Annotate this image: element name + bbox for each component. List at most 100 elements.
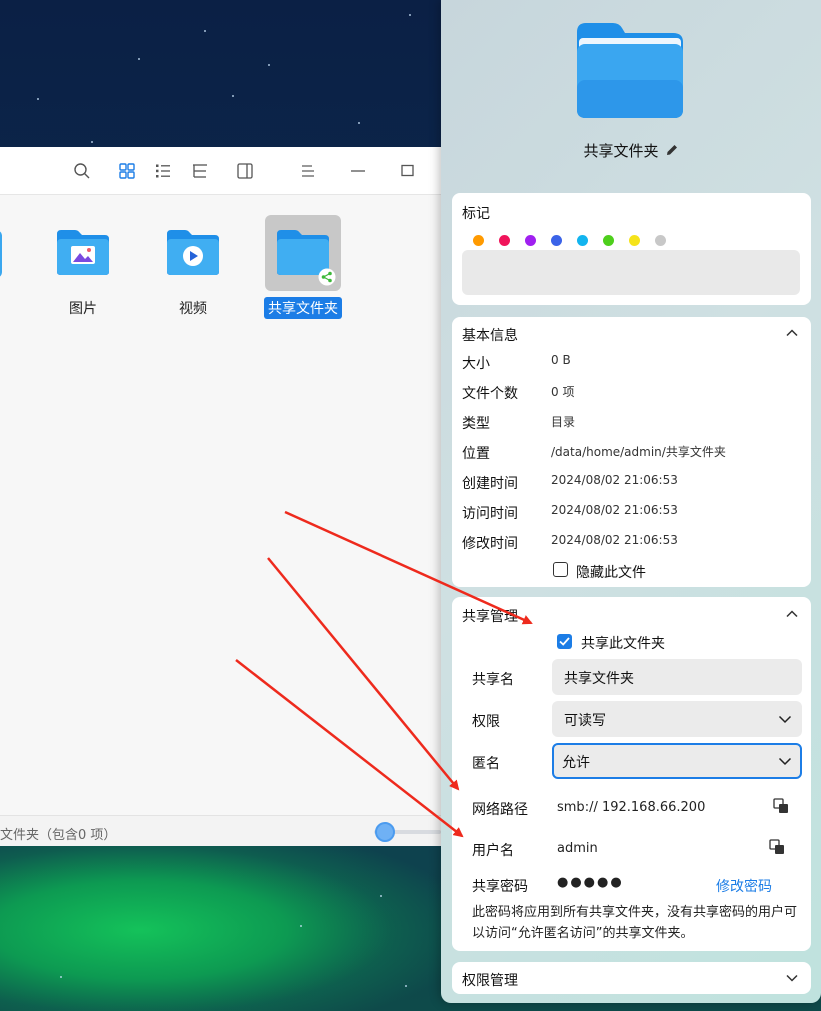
info-row-accessed: 访问时间 2024/08/02 21:06:53 [462,503,802,525]
copy-icon[interactable] [772,797,790,815]
info-row-count: 文件个数 0 项 [462,383,802,405]
file-item-label: 视频 [179,301,207,317]
file-item-shared-folder[interactable]: 共享文件夹 [258,215,348,319]
chevron-up-icon[interactable] [785,607,799,621]
share-management-card: 共享管理 共享此文件夹 共享名 共享文件夹 权限 可读写 匿名 允许 网络路径 … [452,597,811,951]
tag-color-orange[interactable] [473,235,484,246]
file-grid: 图片 视频 共享文件夹 [0,195,441,815]
permission-label: 权限 [472,714,500,730]
anonymous-select[interactable]: 允许 [552,743,802,779]
folder-icon [577,23,683,118]
tag-color-blue[interactable] [551,235,562,246]
info-value: 0 B [551,353,571,367]
username-value: admin [557,841,598,856]
info-value: /data/home/admin/共享文件夹 [551,445,726,459]
star [268,64,270,66]
tag-color-green[interactable] [603,235,614,246]
share-folder-checkbox[interactable] [557,634,572,649]
info-value: 2024/08/02 21:06:53 [551,533,678,547]
search-icon[interactable] [72,161,92,181]
info-value: 目录 [551,415,576,429]
chevron-down-icon[interactable] [785,971,799,985]
info-key: 创建时间 [462,476,518,492]
tree-view-icon[interactable] [190,161,210,181]
file-item-label: 共享文件夹 [264,297,342,319]
star [358,122,360,124]
info-key: 修改时间 [462,536,518,552]
info-row-created: 创建时间 2024/08/02 21:06:53 [462,473,802,495]
info-key: 类型 [462,416,490,432]
username-label: 用户名 [472,843,514,859]
tag-color-red[interactable] [499,235,510,246]
network-path-label: 网络路径 [472,802,528,818]
menu-icon[interactable] [298,161,318,181]
info-value: 2024/08/02 21:06:53 [551,473,678,487]
info-row-type: 类型 目录 [462,413,802,435]
tag-input[interactable] [462,250,800,295]
basic-info-card: 基本信息 大小 0 B 文件个数 0 项 类型 目录 位置 /data/home… [452,317,811,587]
list-view-icon[interactable] [153,161,173,181]
share-name-field[interactable]: 共享文件夹 [552,659,802,695]
shared-folder-icon [265,215,341,291]
star [60,976,62,978]
file-item-videos[interactable]: 视频 [148,215,238,319]
partial-folder-icon[interactable] [0,230,2,278]
permissions-card[interactable]: 权限管理 [452,962,811,994]
hide-file-checkbox[interactable] [553,562,568,577]
tag-color-purple[interactable] [525,235,536,246]
zoom-slider-handle[interactable] [375,822,395,842]
share-password-note: 此密码将应用到所有共享文件夹，没有共享密码的用户可以访问“允许匿名访问”的共享文… [472,905,798,941]
chevron-up-icon[interactable] [785,326,799,340]
pencil-icon[interactable] [665,143,679,157]
file-name: 共享文件夹 [583,142,659,160]
tags-title: 标记 [462,206,490,222]
star [37,98,39,100]
anonymous-label: 匿名 [472,756,500,772]
info-value: 2024/08/02 21:06:53 [551,503,678,517]
maximize-icon[interactable] [398,161,418,181]
tags-card: 标记 [452,193,811,305]
tag-color-yellow[interactable] [629,235,640,246]
share-name-value: 共享文件夹 [564,671,634,687]
icon-view-icon[interactable] [117,161,137,181]
share-management-title: 共享管理 [462,609,518,625]
detail-panel-icon[interactable] [235,161,255,181]
info-row-size: 大小 0 B [462,353,802,375]
star [300,925,302,927]
file-item-label: 图片 [69,301,97,317]
change-password-link[interactable]: 修改密码 [716,876,772,896]
properties-panel: 共享文件夹 标记 基本信息 大小 0 B 文件个数 0 项 类型 目录 位置 /… [441,0,821,1003]
file-item-pictures[interactable]: 图片 [38,215,128,319]
share-folder-label: 共享此文件夹 [581,636,665,652]
permission-select[interactable]: 可读写 [552,701,802,737]
tag-color-cyan[interactable] [577,235,588,246]
minimize-icon[interactable] [348,161,368,181]
info-value: 0 项 [551,385,575,399]
tag-color-gray[interactable] [655,235,666,246]
network-path-value: smb:// 192.168.66.200 [557,800,706,815]
chevron-down-icon [778,715,792,724]
videos-folder-icon [155,215,231,291]
info-key: 文件个数 [462,386,518,402]
password-label: 共享密码 [472,879,528,895]
info-key: 访问时间 [462,506,518,522]
star [138,58,140,60]
file-manager-toolbar [0,147,441,195]
info-row-modified: 修改时间 2024/08/02 21:06:53 [462,533,802,555]
password-value: ●●●●● [557,875,624,890]
basic-info-title: 基本信息 [462,328,518,344]
share-name-label: 共享名 [472,672,514,688]
anonymous-value: 允许 [562,755,590,771]
file-manager-window: 图片 视频 共享文件夹 文件夹（包含0 项） [0,147,441,846]
star [380,895,382,897]
info-key: 位置 [462,446,490,462]
copy-icon[interactable] [768,838,786,856]
star [91,141,93,143]
permissions-title: 权限管理 [462,973,518,989]
properties-title: 共享文件夹 [441,140,821,161]
share-badge-icon [318,268,336,286]
star [405,985,407,987]
chevron-down-icon [778,757,792,766]
star [232,95,234,97]
status-text: 文件夹（包含0 项） [0,828,117,843]
